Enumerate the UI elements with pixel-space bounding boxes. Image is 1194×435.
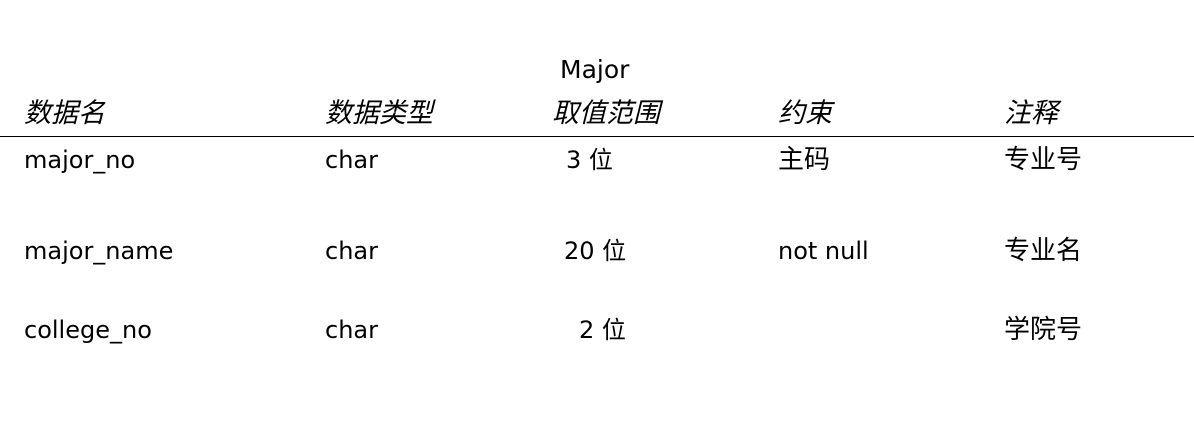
cell-comment: 学院号 <box>1004 315 1083 345</box>
cell-value-range: 2 位 <box>579 316 626 344</box>
cell-value-range: 3 位 <box>566 146 613 174</box>
header-divider <box>0 136 1194 137</box>
header-comment: 注释 <box>1004 98 1058 129</box>
cell-constraint: not null <box>778 237 869 265</box>
table-title: Major <box>560 55 630 84</box>
header-data-name: 数据名 <box>24 98 105 129</box>
cell-comment: 专业号 <box>1004 145 1083 175</box>
header-constraint: 约束 <box>778 98 832 129</box>
cell-data-type: char <box>325 146 378 174</box>
cell-value-range: 20 位 <box>564 237 627 265</box>
header-value-range: 取值范围 <box>552 98 660 129</box>
cell-comment: 专业名 <box>1004 236 1083 266</box>
cell-constraint: 主码 <box>778 145 831 175</box>
cell-data-type: char <box>325 316 378 344</box>
header-data-type: 数据类型 <box>325 98 433 129</box>
cell-data-name: major_name <box>24 237 174 265</box>
cell-data-type: char <box>325 237 378 265</box>
cell-data-name: college_no <box>24 316 152 344</box>
cell-data-name: major_no <box>24 146 136 174</box>
